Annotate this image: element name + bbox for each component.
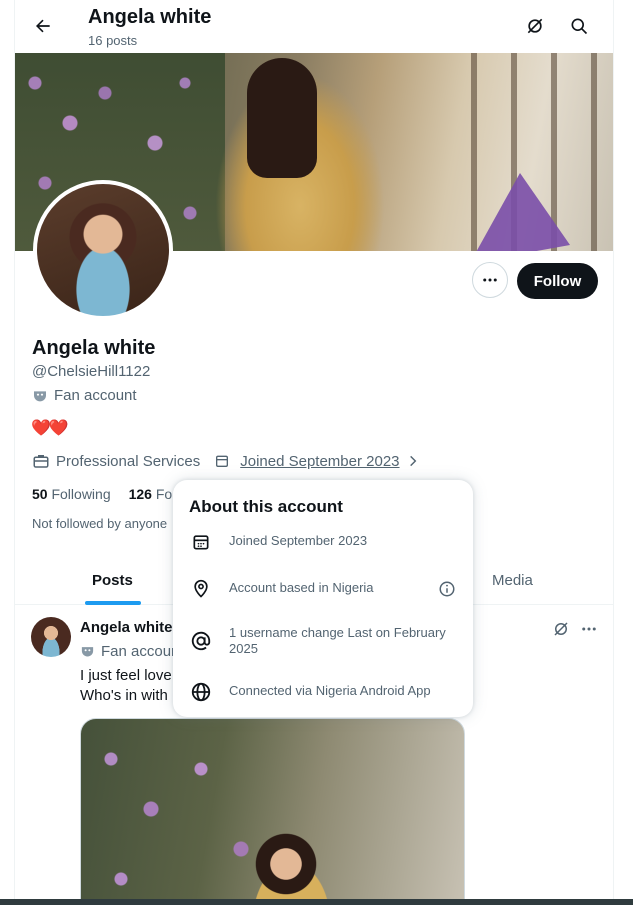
briefcase-icon xyxy=(33,455,49,468)
post-account-type-text: Fan accoun xyxy=(101,643,180,660)
popup-row-text: Connected via Nigeria Android App xyxy=(229,683,431,698)
profile-category[interactable]: Professional Services xyxy=(56,453,200,470)
follow-stats: 50 Following 126 Fo xyxy=(32,486,172,502)
tab-posts[interactable]: Posts xyxy=(92,556,133,605)
grok-icon xyxy=(554,622,568,636)
post-text-line: Who's in with xyxy=(80,687,168,704)
followers-link[interactable]: 126 Fo xyxy=(129,486,173,502)
post-more-button[interactable] xyxy=(577,619,601,639)
account-type-label: Fan account xyxy=(32,387,137,404)
chevron-right-icon xyxy=(409,455,416,467)
more-horizontal-icon xyxy=(582,627,596,631)
popup-row-text: 1 username change Last on February 2025 xyxy=(229,625,446,656)
at-sign-icon xyxy=(189,629,213,653)
top-bar: Angela white 16 posts xyxy=(15,0,613,53)
account-type-text: Fan account xyxy=(54,387,137,404)
mask-icon xyxy=(81,647,94,657)
post-account-type: Fan accoun xyxy=(80,643,179,660)
arrow-left-icon xyxy=(36,19,50,33)
search-icon xyxy=(571,18,588,35)
post-author-name[interactable]: Angela white xyxy=(80,619,173,636)
popup-title: About this account xyxy=(189,497,343,516)
bottom-edge-bar xyxy=(0,899,633,905)
popup-row-text: Joined September 2023 xyxy=(229,533,368,548)
info-icon[interactable] xyxy=(437,579,457,599)
following-link[interactable]: 50 Following xyxy=(32,486,111,502)
calendar-icon xyxy=(216,455,229,467)
grok-button[interactable] xyxy=(521,12,549,40)
more-options-button[interactable] xyxy=(472,262,508,298)
post-avatar[interactable] xyxy=(31,617,71,657)
mask-icon xyxy=(34,390,46,401)
post-count: 16 posts xyxy=(88,33,138,48)
joined-date-link[interactable]: Joined September 2023 xyxy=(240,453,399,470)
about-account-popup: About this account Joined September 2023… xyxy=(173,480,473,717)
header-title: Angela white xyxy=(88,6,212,28)
following-count: 50 xyxy=(32,486,48,502)
tab-media[interactable]: Media xyxy=(492,556,533,605)
more-horizontal-icon xyxy=(483,278,497,282)
globe-icon xyxy=(189,680,213,704)
profile-avatar[interactable] xyxy=(33,180,173,320)
post-image-figure xyxy=(231,829,341,905)
post-text-line: I just feel love xyxy=(80,667,172,684)
follow-button[interactable]: Follow xyxy=(517,263,598,299)
profile-meta: Professional Services Joined September 2… xyxy=(32,452,420,470)
grok-icon xyxy=(527,18,543,34)
post-text: I just feel love Who's in with xyxy=(80,666,172,706)
not-followed-text: Not followed by anyone xyxy=(32,516,168,531)
calendar-icon xyxy=(189,530,213,554)
post-image[interactable] xyxy=(80,718,465,905)
profile-handle: @ChelsieHill1122 xyxy=(32,363,151,380)
location-pin-icon xyxy=(189,577,213,601)
profile-bio: ❤️❤️ xyxy=(31,420,69,437)
search-button[interactable] xyxy=(565,12,593,40)
followers-count: 126 xyxy=(128,486,152,502)
back-button[interactable] xyxy=(27,10,59,42)
active-tab-indicator xyxy=(85,601,141,605)
popup-row-text: Account based in Nigeria xyxy=(229,580,374,595)
followers-label: Fo xyxy=(155,486,173,502)
post-grok-button[interactable] xyxy=(549,619,573,639)
profile-column: Angela white 16 posts Follow Angela whit… xyxy=(14,0,614,905)
banner-hair xyxy=(247,58,317,178)
profile-name: Angela white xyxy=(32,337,156,359)
following-label: Following xyxy=(51,486,111,502)
